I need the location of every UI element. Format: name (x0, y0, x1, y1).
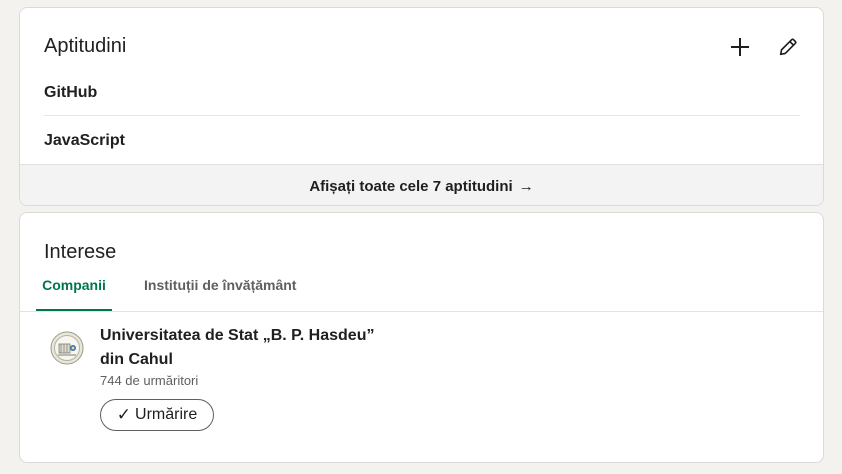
plus-icon (731, 38, 749, 56)
skill-divider (44, 115, 800, 116)
skill-item-javascript[interactable]: JavaScript (44, 132, 125, 150)
arrow-right-icon: → (518, 177, 534, 195)
show-all-skills-label: Afișați toate cele 7 aptitudini (309, 177, 513, 195)
skill-item-github[interactable]: GitHub (44, 84, 97, 102)
add-skill-button[interactable] (724, 31, 756, 63)
tab-companies[interactable]: Companii (36, 269, 112, 311)
follow-button[interactable]: ✓ Urmărire (100, 399, 214, 431)
university-seal-logo[interactable] (50, 331, 84, 365)
company-name[interactable]: Universitatea de Stat „B. P. Hasdeu” din… (100, 324, 400, 372)
edit-skills-button[interactable] (772, 31, 804, 63)
tab-schools[interactable]: Instituții de învățământ (144, 269, 296, 311)
check-icon: ✓ (116, 405, 132, 424)
pencil-icon (779, 38, 797, 56)
follow-button-label: Urmărire (135, 406, 198, 423)
followers-count: 744 de urmăritori (100, 373, 199, 388)
university-seal-icon (50, 331, 84, 365)
interests-section-title: Interese (44, 241, 117, 263)
interests-tabs: Companii Instituții de învățământ (20, 269, 823, 312)
skills-section-title: Aptitudini (44, 35, 127, 57)
show-all-skills-button[interactable]: Afișați toate cele 7 aptitudini → (20, 164, 823, 205)
interests-card: Interese Companii Instituții de învățămâ… (19, 212, 824, 463)
skills-card: Aptitudini GitHub JavaScript Afișați toa… (19, 7, 824, 206)
